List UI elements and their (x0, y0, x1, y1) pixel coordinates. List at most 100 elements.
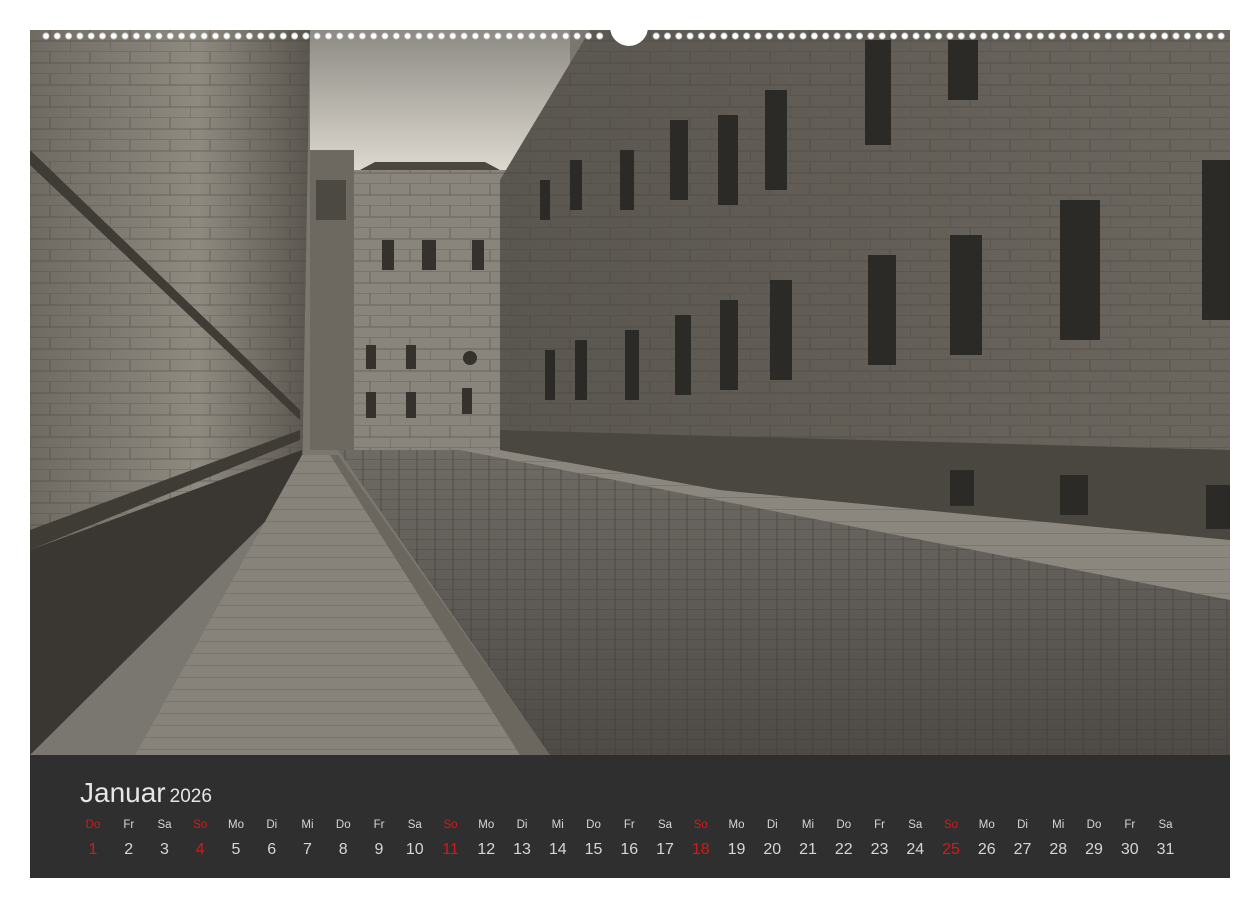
binding-hole (245, 32, 253, 40)
day-number: 4 (195, 841, 205, 858)
day-number: 13 (513, 841, 531, 858)
weekday-label: Fr (874, 819, 885, 831)
weekday-label: Di (766, 819, 778, 831)
day-number: 31 (1156, 841, 1175, 858)
binding-hole (42, 32, 50, 40)
binding-hole (810, 32, 819, 40)
binding-hole (505, 32, 513, 40)
day-number: 23 (870, 841, 889, 858)
binding-hole (87, 32, 95, 40)
weekday-label: Do (1086, 819, 1102, 831)
weekday-label: Mi (1052, 819, 1065, 831)
day-number: 21 (799, 841, 817, 858)
binding-hole (426, 32, 434, 40)
binding-hole (720, 32, 728, 40)
binding-hole (776, 32, 785, 40)
day-number: 27 (1013, 841, 1032, 858)
weekday-label: Mo (478, 819, 495, 831)
binding-hole (460, 32, 468, 40)
binding-hole (64, 32, 73, 40)
binding-hole (76, 32, 84, 40)
month-title: Januar 2026 (80, 777, 212, 809)
binding-hole (968, 32, 977, 40)
month-year: 2026 (169, 786, 212, 807)
binding-hole (1002, 32, 1011, 40)
binding-hole (833, 32, 841, 40)
day-number: 16 (620, 841, 639, 858)
day-number: 18 (691, 841, 710, 858)
weekday-label: So (693, 819, 708, 831)
weekday-label: Di (266, 819, 278, 831)
weekday-label: Fr (373, 819, 385, 831)
binding-hole (223, 32, 231, 40)
calendar-grid: Januar 2026 Do Fr Sa So Mo Di Mi Do Fr Sa So Mo Di Mi D… (30, 755, 1230, 878)
binding-hole (449, 32, 457, 40)
binding-hole (483, 32, 491, 40)
binding-hole (302, 32, 310, 40)
binding-hole (1025, 32, 1033, 40)
binding-hole (539, 32, 547, 40)
binding-hole (742, 32, 751, 40)
binding-hole (324, 32, 333, 40)
binding-hole (788, 32, 796, 40)
binding-hole (1082, 32, 1090, 40)
day-number: 8 (338, 841, 348, 858)
day-number: 9 (374, 841, 384, 858)
binding-hole (1127, 32, 1135, 40)
day-number: 15 (584, 841, 603, 858)
day-number: 14 (548, 841, 567, 858)
binding-hole (178, 32, 186, 40)
binding-hole (98, 32, 107, 40)
day-number: 25 (942, 841, 960, 858)
day-number: 12 (477, 841, 496, 858)
weekday-label: Do (836, 819, 852, 831)
binding-hole (1172, 32, 1180, 40)
binding-hole (381, 32, 389, 40)
day-number: 7 (303, 841, 312, 858)
calendar-photo (30, 30, 1230, 755)
binding-hole (471, 32, 479, 40)
weekday-label: So (193, 819, 208, 831)
binding-hole (1217, 32, 1225, 40)
binding-hole (889, 32, 898, 40)
binding-hole (189, 32, 197, 40)
month-name: Januar (80, 777, 166, 808)
binding-hole (1161, 32, 1169, 40)
binding-hole (878, 32, 886, 40)
day-number: 17 (656, 841, 674, 858)
binding-hole (709, 32, 717, 40)
weekday-label: Do (586, 819, 601, 831)
binding-hole (336, 32, 344, 40)
binding-hole (290, 32, 299, 40)
weekday-label: So (443, 819, 458, 831)
weekday-label: Sa (657, 819, 673, 831)
weekday-label: Di (1017, 819, 1028, 831)
binding-hole (550, 32, 559, 40)
binding-hole (923, 32, 932, 40)
weekday-label: Sa (157, 819, 172, 831)
binding-hole (1036, 32, 1045, 40)
binding-hole (166, 32, 174, 40)
binding-hole (652, 32, 660, 40)
weekday-label: Mi (551, 819, 564, 831)
weekday-label: Do (85, 819, 101, 831)
weekday-label: Fr (623, 819, 635, 831)
binding-hole (132, 32, 141, 40)
binding-hole (822, 32, 830, 40)
binding-hole (991, 32, 999, 40)
binding-hole (279, 32, 287, 40)
right-building-wall (500, 30, 1230, 540)
weekday-label: Fr (1124, 819, 1136, 831)
weekday-label: Di (516, 819, 528, 831)
binding-hole (268, 32, 276, 40)
weekday-label: Do (335, 819, 351, 831)
binding-hole (313, 32, 321, 40)
binding-hole (358, 32, 366, 40)
binding-hole (1149, 32, 1158, 40)
binding-hole (935, 32, 943, 40)
day-number: 19 (727, 841, 746, 858)
binding-hole (110, 32, 118, 40)
binding-hole (1195, 32, 1203, 40)
binding-hole (1138, 32, 1146, 40)
binding-hole (855, 32, 864, 40)
